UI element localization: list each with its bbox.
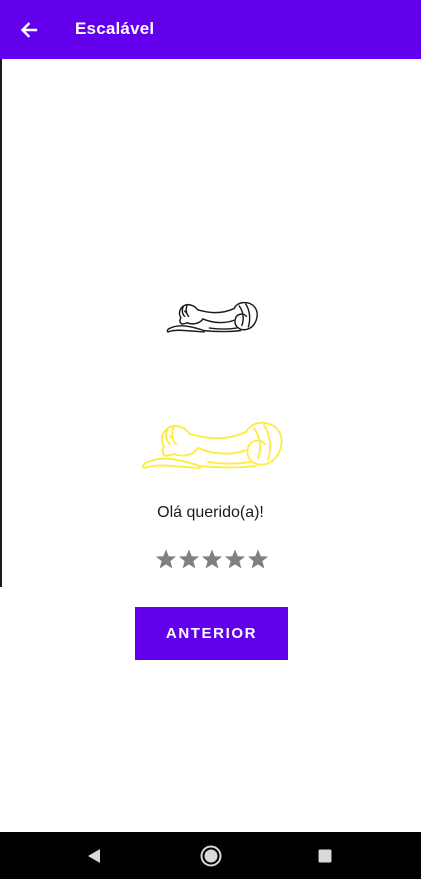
circle-home-icon[interactable] [199, 844, 223, 868]
star-icon[interactable] [201, 548, 223, 570]
top-app-bar: Escalável [0, 0, 421, 59]
app-bar-title: Escalável [75, 19, 155, 38]
lion-icon [142, 421, 283, 469]
star-icon[interactable] [247, 548, 269, 570]
app-screen: Escalável Olá querido(a)! ANTERIOR [0, 0, 421, 879]
previous-button[interactable]: ANTERIOR [135, 607, 288, 660]
arrow-left-icon [20, 22, 38, 38]
star-icon[interactable] [155, 548, 177, 570]
star-icon[interactable] [178, 548, 200, 570]
square-recents-icon[interactable] [318, 849, 332, 863]
back-button[interactable] [12, 13, 46, 47]
lion-icon [166, 301, 258, 333]
star-icon[interactable] [224, 548, 246, 570]
system-navigation-bar [0, 832, 421, 879]
rating-bar[interactable] [155, 545, 269, 573]
triangle-back-icon[interactable] [86, 848, 102, 864]
greeting-text: Olá querido(a)! [157, 504, 264, 521]
